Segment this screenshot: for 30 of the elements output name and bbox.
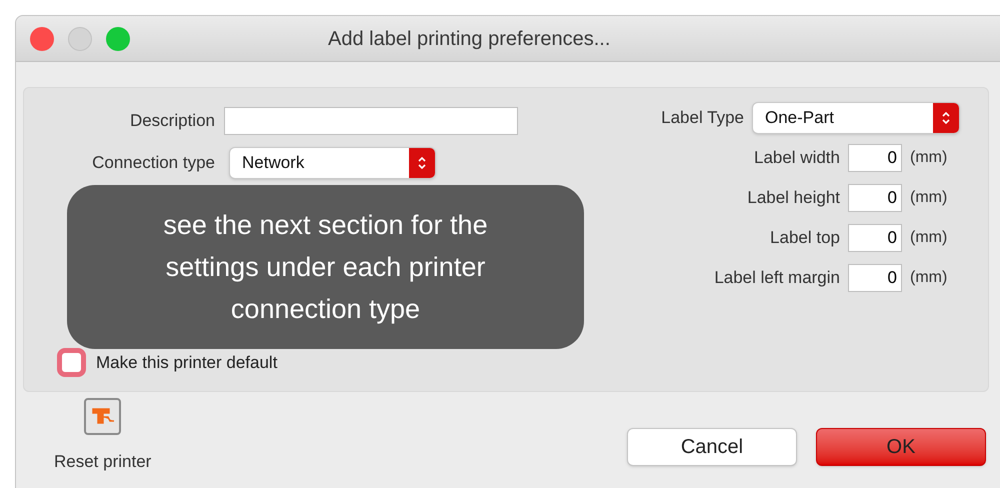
dimension-field[interactable]: 0 xyxy=(848,184,902,212)
zoom-button[interactable] xyxy=(106,26,130,50)
dimension-label: Label width xyxy=(754,147,840,170)
connection-type-select[interactable]: Network xyxy=(229,147,436,179)
connection-type-label: Connection type xyxy=(91,152,215,174)
dimension-field[interactable]: 0 xyxy=(848,264,902,292)
dimension-label: Label height xyxy=(747,187,840,210)
unit-label: (mm) xyxy=(910,188,948,208)
unit-label: (mm) xyxy=(910,268,948,288)
ok-button[interactable]: OK xyxy=(816,428,986,466)
stepper-icon xyxy=(417,155,427,171)
description-label: Description xyxy=(128,110,215,132)
dimension-field[interactable]: 0 xyxy=(848,224,902,252)
close-button[interactable] xyxy=(30,26,54,50)
minimize-button[interactable] xyxy=(68,26,92,50)
dimension-label: Label left margin xyxy=(714,267,840,290)
dimension-field[interactable]: 0 xyxy=(848,144,902,172)
stepper-icon xyxy=(941,110,951,126)
description-field[interactable] xyxy=(224,107,518,135)
default-checkbox-label: Make this printer default xyxy=(96,352,278,374)
unit-label: (mm) xyxy=(910,148,948,168)
unit-label: (mm) xyxy=(910,228,948,248)
label-type-label: Label Type xyxy=(661,107,744,130)
cancel-button[interactable]: Cancel xyxy=(627,428,797,466)
default-checkbox[interactable] xyxy=(57,348,86,377)
reset-printer-button[interactable]: Reset printer xyxy=(54,398,152,474)
label-type-select[interactable]: One-Part xyxy=(752,102,960,134)
callout-text: see the next section for the settings under each printer connection type xyxy=(162,209,489,326)
dimension-label: Label top xyxy=(770,227,840,250)
window-title: Add label printing preferences... xyxy=(328,26,610,52)
